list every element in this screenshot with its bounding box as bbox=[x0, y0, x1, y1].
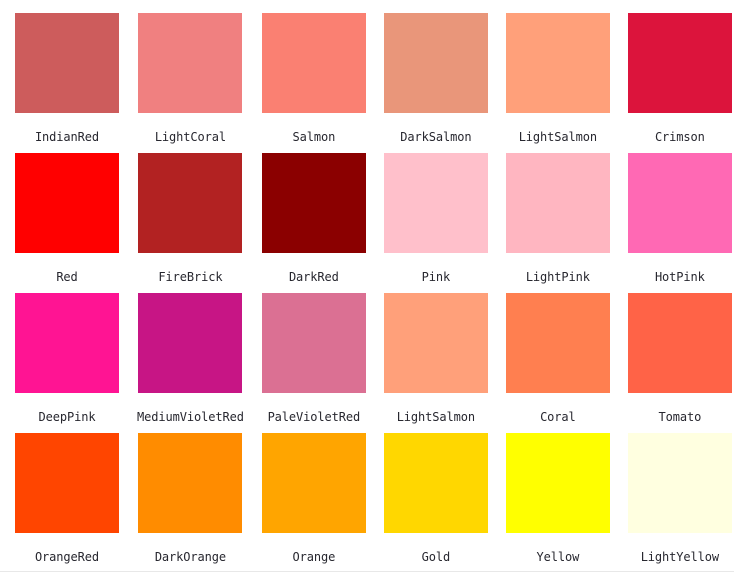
color-swatch-chip[interactable] bbox=[138, 153, 242, 253]
color-name-label: LightPink bbox=[526, 270, 590, 284]
swatch-cell[interactable]: LightSalmon bbox=[384, 293, 488, 433]
color-name-label: Tomato bbox=[659, 410, 702, 424]
color-name-label: PaleVioletRed bbox=[268, 410, 361, 424]
swatch-cell[interactable]: Yellow bbox=[506, 433, 610, 573]
color-name-label: LightSalmon bbox=[519, 130, 597, 144]
color-name-label: DarkRed bbox=[289, 270, 339, 284]
color-name-label: DarkSalmon bbox=[400, 130, 471, 144]
color-name-label: DarkOrange bbox=[155, 550, 226, 564]
swatch-cell[interactable]: Crimson bbox=[628, 13, 732, 153]
color-name-label: Coral bbox=[540, 410, 576, 424]
color-name-label: MediumVioletRed bbox=[137, 410, 244, 424]
color-name-label: Pink bbox=[422, 270, 451, 284]
swatch-cell[interactable]: OrangeRed bbox=[15, 433, 119, 573]
color-swatch-chip[interactable] bbox=[384, 433, 488, 533]
swatch-cell[interactable]: DarkSalmon bbox=[384, 13, 488, 153]
color-swatch-chip[interactable] bbox=[262, 433, 366, 533]
swatch-cell[interactable]: PaleVioletRed bbox=[262, 293, 366, 433]
color-swatch-chip[interactable] bbox=[138, 13, 242, 113]
color-name-label: Red bbox=[56, 270, 77, 284]
swatch-cell[interactable]: Orange bbox=[262, 433, 366, 573]
color-swatch-chip[interactable] bbox=[262, 13, 366, 113]
color-swatch-chip[interactable] bbox=[628, 13, 732, 113]
color-name-label: Yellow bbox=[537, 550, 580, 564]
swatch-cell[interactable]: Tomato bbox=[628, 293, 732, 433]
color-swatch-chip[interactable] bbox=[138, 433, 242, 533]
color-name-label: LightYellow bbox=[641, 550, 719, 564]
swatch-cell[interactable]: Red bbox=[15, 153, 119, 293]
color-name-label: Salmon bbox=[293, 130, 336, 144]
swatch-cell[interactable]: LightPink bbox=[506, 153, 610, 293]
color-swatch-chip[interactable] bbox=[506, 433, 610, 533]
color-swatch-chip[interactable] bbox=[15, 13, 119, 113]
color-name-label: Crimson bbox=[655, 130, 705, 144]
swatch-cell[interactable]: Coral bbox=[506, 293, 610, 433]
color-name-label: IndianRed bbox=[35, 130, 99, 144]
color-name-label: LightSalmon bbox=[397, 410, 475, 424]
swatch-cell[interactable]: DeepPink bbox=[15, 293, 119, 433]
color-swatch-chip[interactable] bbox=[506, 293, 610, 393]
color-swatch-chip[interactable] bbox=[15, 433, 119, 533]
color-swatch-chip[interactable] bbox=[262, 153, 366, 253]
swatch-cell[interactable]: MediumVioletRed bbox=[137, 293, 244, 433]
color-swatch-chip[interactable] bbox=[262, 293, 366, 393]
color-swatch-chip[interactable] bbox=[384, 293, 488, 393]
swatch-cell[interactable]: DarkRed bbox=[262, 153, 366, 293]
color-swatch-chip[interactable] bbox=[384, 13, 488, 113]
swatch-cell[interactable]: HotPink bbox=[628, 153, 732, 293]
swatch-cell[interactable]: LightYellow bbox=[628, 433, 732, 573]
swatch-cell[interactable]: LightCoral bbox=[137, 13, 244, 153]
swatch-cell[interactable]: Salmon bbox=[262, 13, 366, 153]
swatch-cell[interactable]: Pink bbox=[384, 153, 488, 293]
color-name-label: Gold bbox=[422, 550, 451, 564]
color-swatch-chip[interactable] bbox=[506, 153, 610, 253]
swatch-cell[interactable]: FireBrick bbox=[137, 153, 244, 293]
color-swatch-chip[interactable] bbox=[15, 293, 119, 393]
color-name-label: OrangeRed bbox=[35, 550, 99, 564]
color-name-label: DeepPink bbox=[39, 410, 96, 424]
color-swatch-chip[interactable] bbox=[15, 153, 119, 253]
swatch-cell[interactable]: Gold bbox=[384, 433, 488, 573]
color-name-label: HotPink bbox=[655, 270, 705, 284]
color-name-label: Orange bbox=[293, 550, 336, 564]
swatch-cell[interactable]: IndianRed bbox=[15, 13, 119, 153]
color-swatch-chip[interactable] bbox=[628, 433, 732, 533]
color-name-label: LightCoral bbox=[155, 130, 226, 144]
color-swatch-chip[interactable] bbox=[628, 153, 732, 253]
color-swatch-chip[interactable] bbox=[138, 293, 242, 393]
color-swatch-grid: IndianRed LightCoral Salmon DarkSalmon Light… bbox=[0, 0, 734, 572]
color-swatch-chip[interactable] bbox=[628, 293, 732, 393]
color-swatch-chip[interactable] bbox=[384, 153, 488, 253]
color-name-label: FireBrick bbox=[158, 270, 222, 284]
color-swatch-chip[interactable] bbox=[506, 13, 610, 113]
swatch-cell[interactable]: LightSalmon bbox=[506, 13, 610, 153]
swatch-cell[interactable]: DarkOrange bbox=[137, 433, 244, 573]
